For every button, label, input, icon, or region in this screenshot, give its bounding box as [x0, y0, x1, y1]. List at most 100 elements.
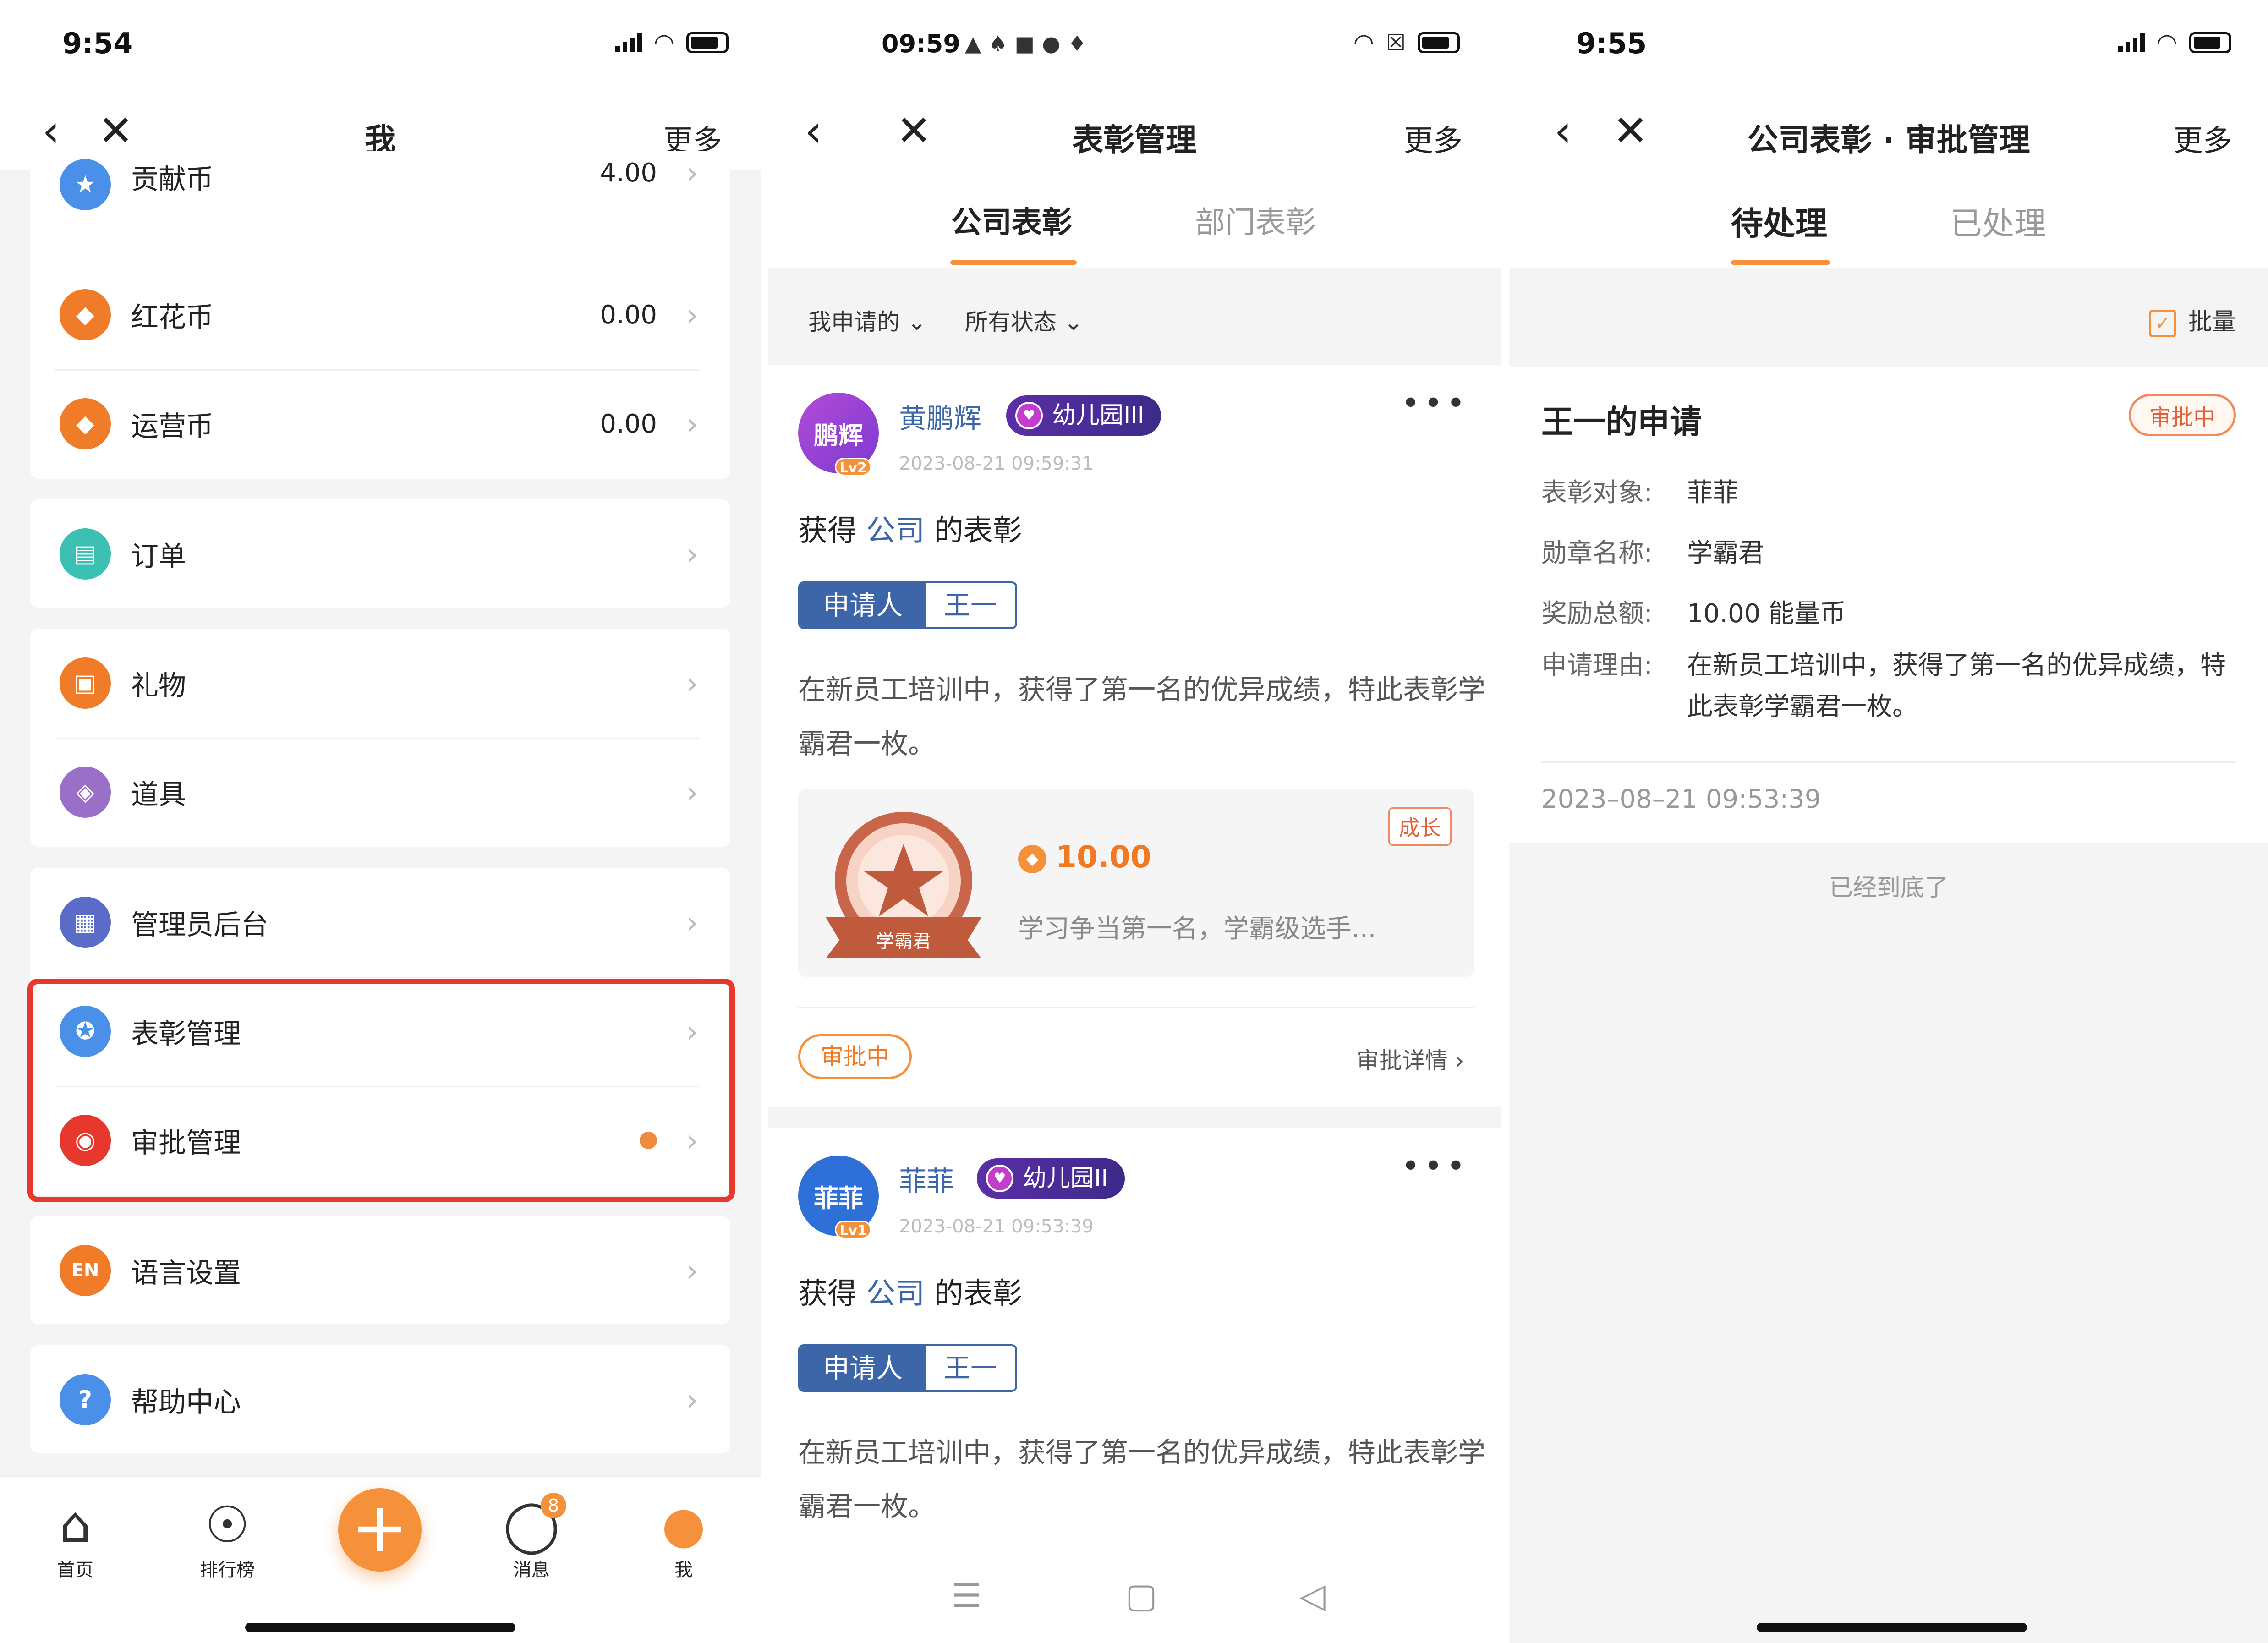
add-button[interactable]: +	[338, 1488, 422, 1572]
tab-department[interactable]: 部门表彰	[1195, 198, 1316, 242]
tab-me[interactable]: ● 我	[638, 1497, 729, 1582]
menu-item-operation-coin[interactable]: ◆ 运营币 0.00 ›	[30, 369, 730, 478]
menu-item-label: 管理员后台	[131, 909, 268, 941]
title-company: 公司	[866, 1277, 925, 1311]
android-nav-bar: ☰ ▢ ◁	[768, 1549, 1501, 1643]
title-pre: 获得	[798, 514, 857, 548]
tab-messages[interactable]: ◯ 8 消息	[486, 1493, 577, 1582]
tab-rank[interactable]: ☉ 排行榜	[181, 1497, 273, 1582]
avatar-text: 鹏辉	[814, 421, 863, 450]
tab-underline	[950, 260, 1077, 265]
menu-item-props[interactable]: ◈ 道具 ›	[30, 738, 730, 847]
level-badge: Lv1	[835, 1221, 871, 1239]
coin-value: 0.00	[600, 300, 657, 330]
menu-item-language[interactable]: EN 语言设置 ›	[30, 1216, 730, 1325]
medal-icon: 学霸君	[826, 812, 981, 958]
divider	[1541, 761, 2236, 763]
more-dots-icon[interactable]: •••	[1401, 384, 1469, 422]
post-card[interactable]: 鹏辉 Lv2 黄鹏辉 ♥ 幼儿园III 2023-08-21 09:59:31 •…	[768, 365, 1501, 1107]
post-title: 获得 公司 的表彰	[798, 507, 1022, 549]
help-card: ? 帮助中心 ›	[30, 1345, 730, 1453]
status-icons: ◠ ☒	[1353, 31, 1460, 55]
status-icons: ◠	[2118, 31, 2231, 55]
battery-icon	[686, 32, 729, 53]
tab-label: 首页	[57, 1560, 93, 1581]
filter-bar: 我申请的 ⌄ 所有状态 ⌄	[768, 268, 1501, 365]
coin-value: 0.00	[600, 409, 657, 439]
filter-mine[interactable]: 我申请的 ⌄	[808, 304, 926, 337]
tab-company[interactable]: 公司表彰	[951, 198, 1072, 242]
chevron-down-icon: ⌄	[1063, 309, 1083, 335]
coins-list: ◆ 红花币 0.00 › ◆ 运营币 0.00 ›	[30, 151, 730, 479]
tab-processed[interactable]: 已处理	[1950, 198, 2046, 244]
help-icon: ?	[60, 1374, 111, 1425]
post-title: 获得 公司 的表彰	[798, 1270, 1022, 1312]
chevron-right-icon: ›	[686, 904, 698, 940]
status-icons: ◠	[615, 31, 729, 55]
more-button[interactable]: 更多	[2174, 117, 2232, 159]
batch-button[interactable]: ✓ 批量	[2148, 302, 2236, 337]
applicant-key: 申请人	[800, 1346, 926, 1390]
tab-home[interactable]: ⌂ 首页	[29, 1497, 121, 1582]
signal-icon	[615, 33, 642, 52]
user-name[interactable]: 菲菲	[899, 1159, 954, 1199]
rank-badge-label: 幼儿园II	[1023, 1165, 1108, 1192]
language-card: EN 语言设置 ›	[30, 1216, 730, 1324]
level-badge: Lv2	[835, 458, 871, 476]
screen-commendation: 09:59 ▲♠■●♦ ◠ ☒ ‹ ✕ 表彰管理 更多 公司表彰 部门表彰 我申…	[768, 0, 1501, 1643]
menu-item-admin[interactable]: ▦ 管理员后台 ›	[30, 868, 730, 977]
diamond-icon: ◆	[60, 289, 111, 340]
field-key: 勋章名称:	[1541, 538, 1653, 568]
user-name[interactable]: 黄鹏辉	[899, 396, 981, 436]
tab-underline	[1731, 260, 1830, 265]
medal-card[interactable]: 学霸君 成长 ◆ 10.00 学习争当第一名，学霸级选手...	[798, 789, 1474, 977]
prop-icon: ◈	[60, 767, 111, 818]
menu-item-redflower-coin[interactable]: ◆ 红花币 0.00 ›	[30, 260, 730, 369]
tab-bar: 待处理 已处理	[1509, 170, 2268, 268]
nav-bar: ‹ ✕ 表彰管理 更多	[768, 92, 1501, 170]
menu-item-help[interactable]: ? 帮助中心 ›	[30, 1345, 730, 1454]
tab-label: 消息	[513, 1560, 550, 1581]
gem-icon: ♥	[986, 1165, 1013, 1192]
avatar[interactable]: 鹏辉 Lv2	[798, 393, 879, 476]
signal-icon	[2118, 33, 2145, 52]
field-medal: 勋章名称: 学霸君	[1541, 532, 1764, 570]
coin-reward: ◆ 10.00	[1018, 839, 1151, 875]
battery-icon	[2189, 32, 2231, 53]
home-square-icon[interactable]: ▢	[1125, 1576, 1157, 1616]
chevron-right-icon: ›	[686, 406, 698, 442]
coin-icon: ◆	[1018, 844, 1046, 873]
applicant-tag: 申请人 王一	[798, 1344, 1018, 1392]
filter-label: 我申请的	[808, 309, 900, 335]
chevron-right-icon: ›	[686, 297, 698, 333]
category-tag: 成长	[1388, 807, 1452, 846]
menu-item-orders[interactable]: ▤ 订单 ›	[30, 499, 730, 608]
applicant-key: 申请人	[800, 583, 926, 627]
home-icon: ⌂	[59, 1495, 91, 1554]
avatar-text: 菲菲	[814, 1183, 863, 1213]
back-triangle-icon[interactable]: ◁	[1299, 1576, 1326, 1616]
request-card[interactable]: 王一的申请 审批中 表彰对象: 菲菲 勋章名称: 学霸君 奖励总额: 10.00 能量…	[1509, 367, 2268, 843]
screen-approval: 9:55 ◠ ‹ ✕ 公司表彰 · 审批管理 更多 待处理 已处理 ✓ 批量 王一…	[1509, 0, 2268, 1643]
approval-detail-link[interactable]: 审批详情 ›	[1356, 1042, 1464, 1075]
tab-pending[interactable]: 待处理	[1731, 198, 1827, 244]
field-reason: 申请理由: 在新员工培训中，获得了第一名的优异成绩，特此表彰学霸君一枚。	[1541, 645, 2242, 728]
status-bar: 9:54 ◠	[0, 0, 761, 92]
menu-icon[interactable]: ☰	[951, 1576, 981, 1616]
menu-item-label: 运营币	[131, 410, 214, 443]
field-key: 奖励总额:	[1541, 599, 1653, 629]
menu-item-gifts[interactable]: ▣ 礼物 ›	[30, 629, 730, 738]
batch-bar: ✓ 批量	[1509, 270, 2268, 367]
gift-icon: ▣	[60, 657, 111, 709]
status-bar: 9:55 ◠	[1509, 0, 2268, 92]
more-button[interactable]: 更多	[1404, 117, 1463, 159]
status-time: 9:54	[62, 27, 133, 60]
field-key: 申请理由:	[1541, 651, 1653, 680]
more-dots-icon[interactable]: •••	[1401, 1147, 1469, 1185]
title-post: 的表彰	[934, 514, 1022, 548]
avatar[interactable]: 菲菲 Lv1	[798, 1156, 879, 1239]
admin-icon: ▦	[60, 897, 111, 948]
filter-status[interactable]: 所有状态 ⌄	[965, 304, 1083, 337]
status-badge: 审批中	[2128, 394, 2236, 436]
screen-me: 9:54 ◠ ‹ ✕ 我 更多 ★ 贡献币 4.00 › ◆ 红花币 0.00 …	[0, 0, 761, 1643]
